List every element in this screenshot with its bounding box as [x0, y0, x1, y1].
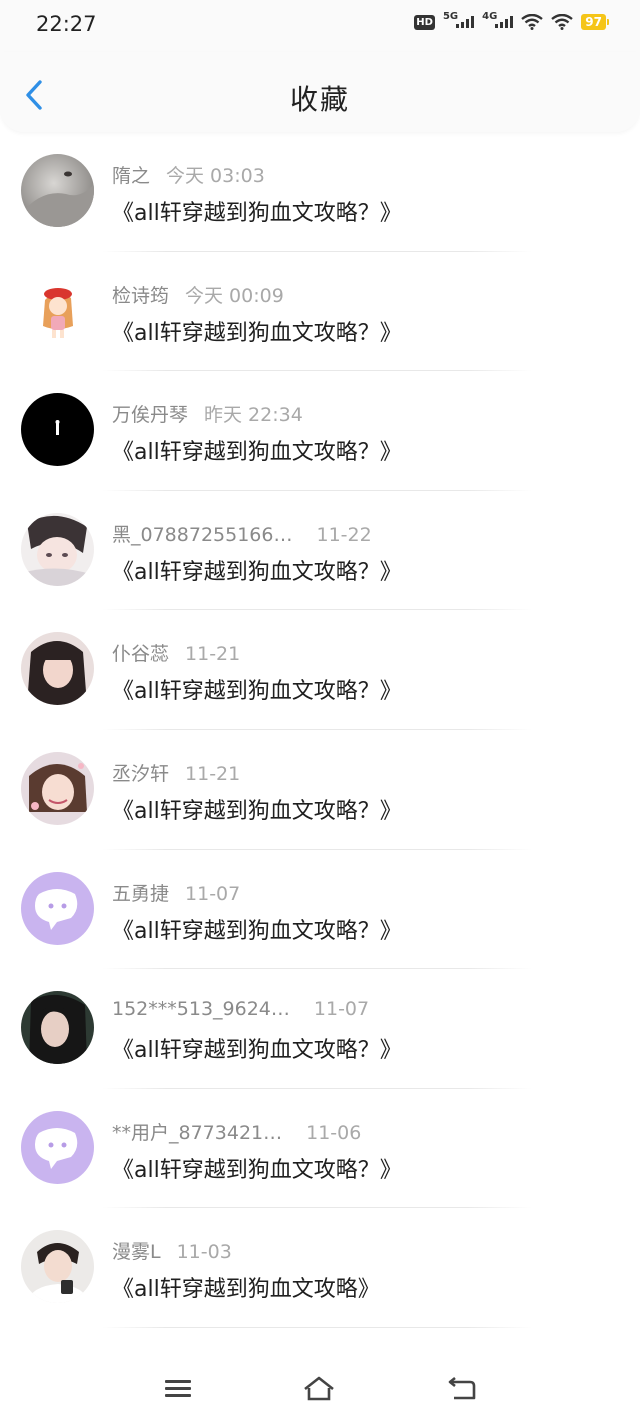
item-meta: 五勇捷 11-07: [112, 879, 240, 906]
hd-voice-icon: HD: [414, 14, 435, 30]
user-name[interactable]: 漫雾L: [112, 1237, 161, 1264]
list-item[interactable]: 152***513_9624… 11-07 《all轩穿越到狗血文攻略？》: [0, 969, 640, 1089]
item-meta: 黑_07887255166… 11-22: [112, 520, 372, 547]
post-title[interactable]: 《all轩穿越到狗血文攻略？》: [112, 195, 402, 227]
user-name[interactable]: 黑_07887255166…: [112, 520, 292, 547]
item-meta: **用户_8773421… 11-06: [112, 1118, 361, 1145]
item-time: 11-22: [316, 523, 372, 546]
item-meta: 万俟丹琴 昨天 22:34: [112, 400, 303, 427]
list-item[interactable]: 漫雾L 11-03 《all轩穿越到狗血文攻略》: [0, 1208, 640, 1328]
back-icon: [448, 1376, 476, 1400]
avatar[interactable]: [21, 751, 94, 825]
user-name[interactable]: 仆谷蕊: [112, 639, 169, 666]
list-item[interactable]: 五勇捷 11-07 《all轩穿越到狗血文攻略？》: [0, 850, 640, 970]
item-meta: 检诗筠 今天 00:09: [112, 281, 284, 308]
item-time: 11-03: [176, 1241, 232, 1264]
menu-button[interactable]: [161, 1374, 195, 1404]
chat-bubble-icon: [21, 871, 94, 945]
list-item[interactable]: **用户_8773421… 11-06 《all轩穿越到狗血文攻略？》: [0, 1089, 640, 1209]
avatar[interactable]: [21, 393, 94, 467]
home-icon: [304, 1376, 334, 1401]
item-time: 11-06: [306, 1121, 362, 1144]
post-title[interactable]: 《all轩穿越到狗血文攻略？》: [112, 315, 402, 347]
home-button[interactable]: [302, 1374, 336, 1404]
user-name[interactable]: 152***513_9624…: [112, 998, 290, 1020]
system-nav-bar: [0, 1350, 640, 1427]
item-time: 今天 00:09: [185, 284, 284, 307]
post-title[interactable]: 《all轩穿越到狗血文攻略？》: [112, 913, 402, 945]
post-title[interactable]: 《all轩穿越到狗血文攻略？》: [112, 434, 402, 466]
list-item[interactable]: 万俟丹琴 昨天 22:34 《all轩穿越到狗血文攻略？》: [0, 371, 640, 491]
item-meta: 152***513_9624… 11-07: [112, 998, 369, 1020]
page-title: 收藏: [289, 83, 350, 116]
post-title[interactable]: 《all轩穿越到狗血文攻略？》: [112, 673, 402, 705]
back-nav-button[interactable]: [444, 1374, 478, 1404]
avatar[interactable]: [21, 512, 94, 586]
hotspot-icon: [551, 14, 574, 30]
list-item[interactable]: 检诗筠 今天 00:09 《all轩穿越到狗血文攻略？》: [0, 252, 640, 372]
wifi-icon: [521, 14, 544, 30]
post-title[interactable]: 《all轩穿越到狗血文攻略？》: [112, 1032, 402, 1064]
status-time: 22:27: [36, 12, 97, 36]
avatar[interactable]: [21, 1230, 94, 1304]
status-icons: HD 5G 4G 97: [414, 11, 609, 30]
menu-icon: [165, 1380, 191, 1397]
avatar[interactable]: [21, 871, 94, 945]
signal-4g-label: 4G: [482, 11, 498, 22]
list-item[interactable]: 丞汐轩 11-21 《all轩穿越到狗血文攻略？》: [0, 730, 640, 850]
item-meta: 隋之 今天 03:03: [112, 161, 265, 188]
item-time: 昨天 22:34: [204, 404, 303, 427]
user-name[interactable]: **用户_8773421…: [112, 1118, 282, 1145]
item-time: 11-07: [185, 882, 241, 905]
list-item[interactable]: 仆谷蕊 11-21 《all轩穿越到狗血文攻略？》: [0, 610, 640, 730]
signal-5g-label: 5G: [442, 11, 459, 22]
post-title[interactable]: 《all轩穿越到狗血文攻略》: [112, 1271, 380, 1303]
header: 收藏: [0, 52, 640, 132]
avatar[interactable]: [21, 273, 94, 347]
signal-4g-icon: 4G: [482, 11, 514, 28]
post-title[interactable]: 《all轩穿越到狗血文攻略？》: [112, 1152, 402, 1184]
user-name[interactable]: 五勇捷: [112, 879, 169, 906]
avatar[interactable]: [21, 632, 94, 706]
item-time: 今天 03:03: [166, 165, 265, 187]
list-item[interactable]: 隋之 今天 03:03 《all轩穿越到狗血文攻略？》: [0, 132, 640, 252]
status-bar: 22:27 HD 5G 4G 97: [0, 0, 640, 52]
user-name[interactable]: 万俟丹琴: [112, 400, 188, 427]
avatar[interactable]: [21, 991, 94, 1065]
item-time: 11-21: [185, 643, 241, 666]
battery-icon: 97: [581, 14, 609, 30]
item-time: 11-21: [185, 762, 241, 785]
item-meta: 漫雾L 11-03: [112, 1237, 232, 1264]
avatar[interactable]: [21, 1110, 94, 1184]
list-item[interactable]: 黑_07887255166… 11-22 《all轩穿越到狗血文攻略？》: [0, 491, 640, 611]
user-name[interactable]: 隋之: [112, 161, 150, 188]
divider: [102, 1326, 532, 1328]
user-name[interactable]: 丞汐轩: [112, 759, 169, 786]
item-time: 11-07: [313, 998, 370, 1021]
post-title[interactable]: 《all轩穿越到狗血文攻略？》: [112, 554, 402, 586]
avatar[interactable]: [21, 154, 94, 227]
favorites-list: 隋之 今天 03:03 《all轩穿越到狗血文攻略？》 检诗筠 今天 00:09 《…: [0, 132, 640, 1328]
item-meta: 仆谷蕊 11-21: [112, 639, 240, 666]
post-title[interactable]: 《all轩穿越到狗血文攻略？》: [112, 793, 402, 825]
user-name[interactable]: 检诗筠: [112, 281, 169, 308]
chat-bubble-icon: [21, 1110, 94, 1184]
item-meta: 丞汐轩 11-21: [112, 759, 240, 786]
signal-5g-icon: 5G: [443, 11, 475, 28]
